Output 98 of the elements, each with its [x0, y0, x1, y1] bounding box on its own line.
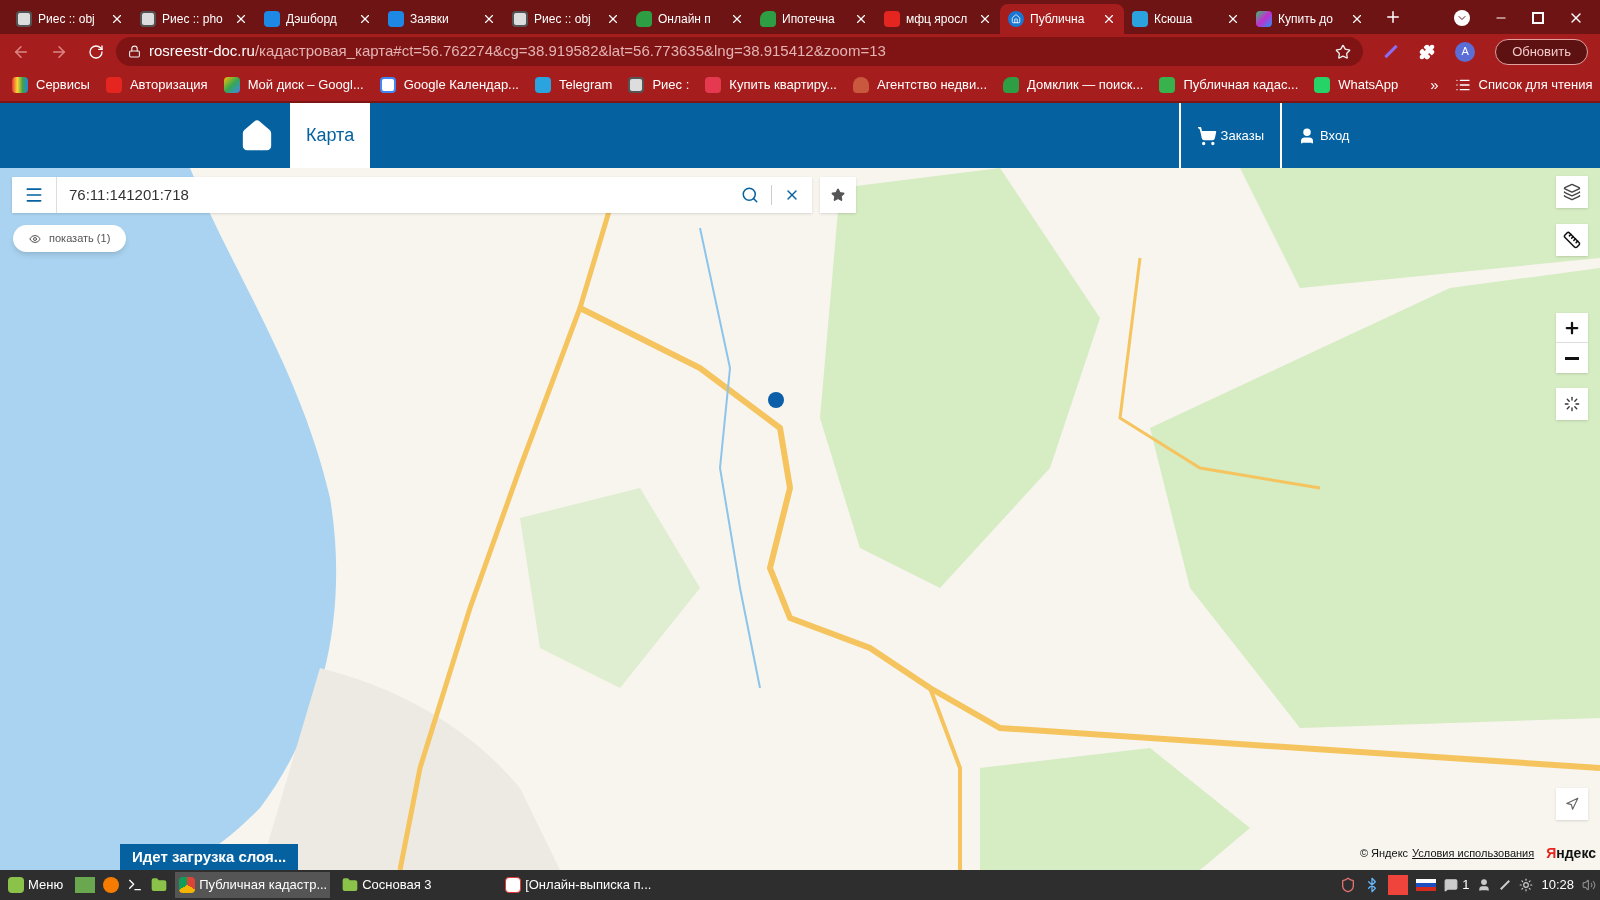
new-tab-icon[interactable]: [1384, 8, 1402, 26]
more-bookmarks[interactable]: »: [1430, 73, 1439, 97]
bookmark[interactable]: Купить квартиру...: [705, 75, 837, 95]
clock[interactable]: 10:28: [1541, 875, 1574, 895]
lock-icon: [128, 45, 141, 58]
browser-tab[interactable]: Ипотечна: [752, 4, 876, 34]
browser-tab[interactable]: мфц яросл: [876, 4, 1000, 34]
update-button[interactable]: Обновить: [1495, 38, 1588, 65]
close-icon[interactable]: [358, 12, 372, 26]
arrow-icon: [1565, 797, 1579, 811]
taskbar-window[interactable]: Публичная кадастр...: [175, 872, 331, 898]
tab-title: Заявки: [410, 11, 450, 28]
tab-title: мфц яросл: [906, 11, 969, 28]
terms-link[interactable]: Условия использования: [1412, 845, 1535, 862]
reading-list[interactable]: Список для чтения: [1454, 75, 1593, 95]
favorites-button[interactable]: [820, 177, 856, 213]
shield-icon[interactable]: [1340, 877, 1357, 893]
close-icon[interactable]: [1102, 12, 1116, 26]
search-field[interactable]: 76:11:141201:718: [57, 183, 741, 207]
loading-button[interactable]: [1556, 388, 1588, 420]
tab-title: Ксюша: [1154, 11, 1194, 28]
bookmark[interactable]: Авторизация: [105, 75, 208, 95]
tab-search-icon[interactable]: [1454, 10, 1470, 26]
bookmark-star-icon[interactable]: [1335, 43, 1352, 60]
bookmark[interactable]: Google Календар...: [379, 75, 519, 95]
copyright-text: © Яндекс: [1359, 846, 1409, 862]
layers-button[interactable]: [1556, 176, 1588, 208]
browser-tab[interactable]: Купить до: [1248, 4, 1372, 34]
show-button[interactable]: показать (1): [13, 225, 127, 252]
bookmark[interactable]: Домклик — поиск...: [1003, 75, 1144, 95]
browser-tab[interactable]: Заявки: [380, 4, 504, 34]
terminal-icon[interactable]: [127, 877, 144, 893]
close-icon[interactable]: [854, 12, 868, 26]
ruler-button[interactable]: [1556, 224, 1588, 256]
tab-title: Публична: [1030, 11, 1086, 28]
close-icon[interactable]: [1226, 12, 1240, 26]
taskbar-window[interactable]: Сосновая 3: [338, 872, 494, 898]
close-icon[interactable]: [606, 12, 620, 26]
close-icon[interactable]: [482, 12, 496, 26]
reload-icon[interactable]: [88, 43, 104, 60]
notifications[interactable]: 1: [1444, 875, 1470, 895]
browser-tab[interactable]: Публична: [1000, 4, 1124, 34]
tab-title: Купить до: [1278, 11, 1334, 28]
bookmark[interactable]: WhatsApp: [1314, 75, 1399, 95]
nav-tab[interactable]: Карта: [290, 103, 371, 168]
search-bar[interactable]: 76:11:141201:718: [12, 177, 812, 213]
extensions-icon[interactable]: [1419, 43, 1436, 60]
browser-tab[interactable]: Риес :: pho: [132, 4, 256, 34]
bookmark[interactable]: Сервисы: [12, 75, 90, 95]
bookmark[interactable]: Публичная кадас...: [1159, 75, 1299, 95]
star-icon: [831, 188, 845, 202]
bookmark[interactable]: Мой диск – Googl...: [223, 75, 364, 95]
search-icon[interactable]: [741, 186, 759, 204]
browser-tab[interactable]: Риес :: obj: [8, 4, 132, 34]
tab-title: Ипотечна: [782, 11, 836, 28]
bookmark[interactable]: Агентство недви...: [853, 75, 988, 95]
home-icon[interactable]: [240, 118, 274, 153]
close-icon[interactable]: [978, 12, 992, 26]
minus-icon: [1565, 356, 1579, 360]
browser-tab[interactable]: Риес :: obj: [504, 4, 628, 34]
tab-title: Риес :: obj: [38, 11, 96, 28]
url-text: rosreestr-doc.ru/кадастровая_карта#ct=56.762274&cg=38.919582&lat=56.773635&lng=38.915412&zoom=13: [149, 41, 887, 62]
list-icon: [1454, 77, 1471, 93]
eye-icon: [29, 232, 41, 245]
russian-flag-icon[interactable]: [1416, 879, 1437, 891]
menu-icon[interactable]: [24, 185, 44, 205]
start-menu-button[interactable]: Меню: [4, 875, 68, 895]
browser-tab[interactable]: Онлайн п: [628, 4, 752, 34]
taskbar-window[interactable]: [Онлайн-выписка п...: [501, 872, 657, 898]
brightness-icon[interactable]: [1519, 878, 1534, 892]
browser-tab[interactable]: Ксюша: [1124, 4, 1248, 34]
tab-title: Онлайн п: [658, 11, 712, 28]
bookmark[interactable]: Telegram: [534, 75, 613, 95]
restore-icon[interactable]: [1532, 12, 1544, 24]
tab-title: Риес :: obj: [534, 11, 592, 28]
close-icon[interactable]: [1350, 12, 1364, 26]
loading-banner: Идет загрузка слоя...: [120, 844, 299, 870]
close-icon[interactable]: [110, 12, 124, 26]
bookmark[interactable]: Риес :: [628, 75, 690, 95]
folder-icon[interactable]: [151, 877, 168, 893]
browser-tab[interactable]: Дэшборд: [256, 4, 380, 34]
chat-icon: [1444, 878, 1459, 892]
tab-title: Дэшборд: [286, 11, 338, 28]
folder-icon: [342, 877, 359, 893]
cart-icon: [1196, 125, 1217, 146]
profile-avatar[interactable]: A: [1455, 41, 1476, 62]
spinner-icon: [1564, 396, 1580, 412]
layers-icon: [1563, 183, 1581, 201]
close-icon[interactable]: [730, 12, 744, 26]
user-icon: [1298, 126, 1316, 145]
yandex-logo: Яндекс: [1546, 844, 1596, 863]
user-icon[interactable]: [1477, 878, 1492, 892]
address-field[interactable]: rosreestr-doc.ru/кадастровая_карта#ct=56.762274&cg=38.919582&lat=56.773635&lng=38.915412&zoom=13: [116, 37, 1364, 66]
close-icon[interactable]: [234, 12, 248, 26]
volume-icon[interactable]: [1582, 878, 1596, 892]
locate-button[interactable]: [1556, 788, 1588, 820]
tab-title: Риес :: pho: [162, 11, 224, 28]
ruler-icon: [1563, 231, 1581, 249]
